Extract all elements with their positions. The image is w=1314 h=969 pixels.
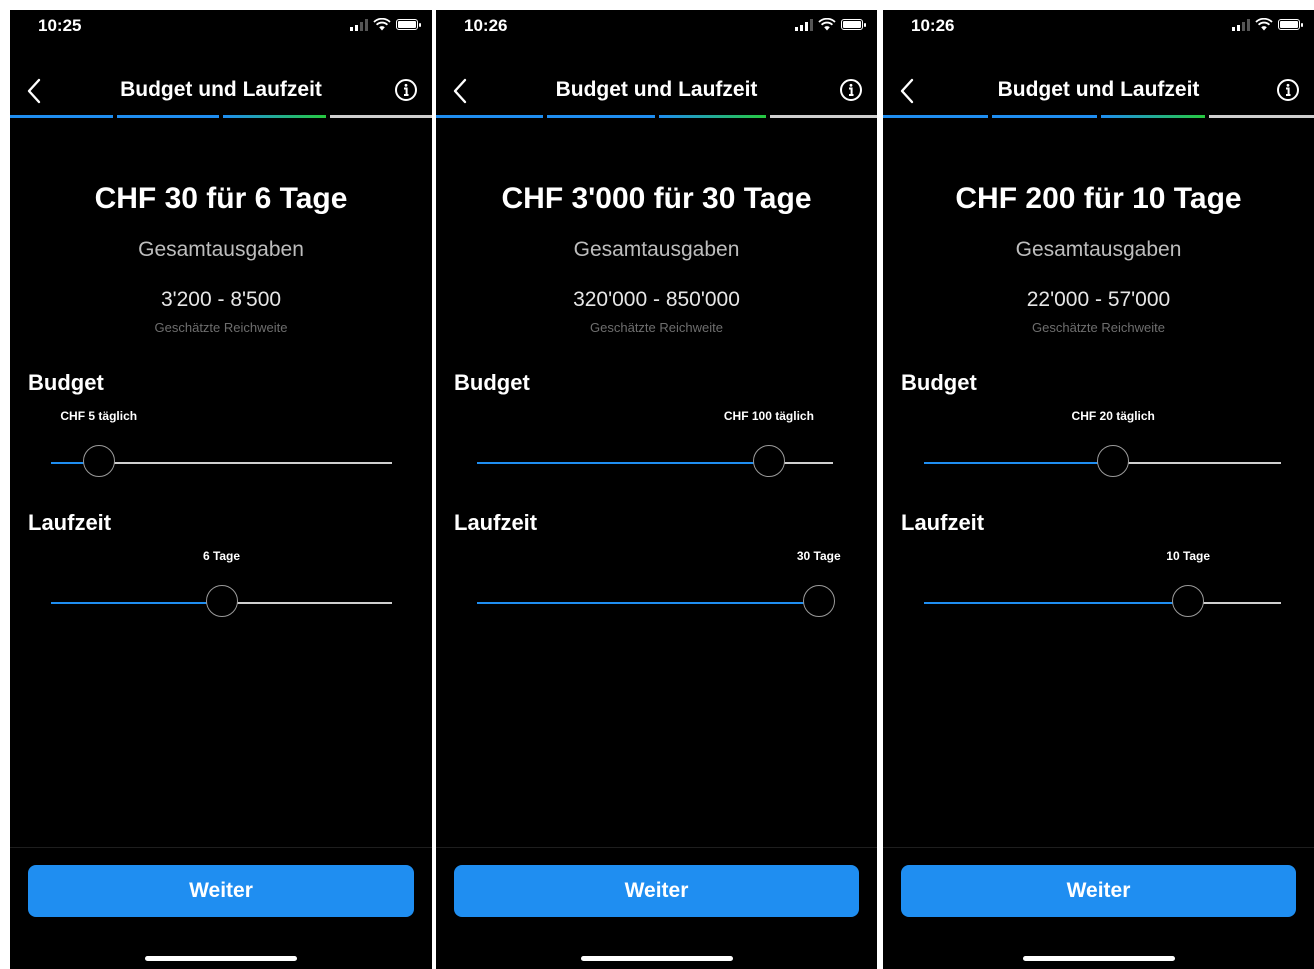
wifi-icon [818, 18, 836, 31]
estimated-reach-label: Geschätzte Reichweite [1032, 320, 1165, 335]
step-4 [329, 115, 432, 118]
next-button[interactable]: Weiter [901, 865, 1296, 917]
slider-fill [477, 602, 819, 604]
divider [10, 847, 432, 848]
phone-screen-2: 10:26 Budget und Laufzeit CHF 3'000 für … [436, 10, 877, 969]
duration-heading: Laufzeit [28, 510, 112, 535]
slider-fill [477, 462, 769, 464]
budget-value: CHF 20 täglich [1071, 409, 1155, 423]
home-indicator[interactable] [1022, 956, 1175, 961]
estimated-reach: 3'200 - 8'500 [160, 288, 282, 311]
page-title: Budget und Laufzeit [997, 78, 1200, 101]
phone-screen-1: 10:25 Budget und Laufzeit CHF 30 für 6 T… [10, 10, 432, 969]
battery-icon [1278, 19, 1303, 30]
status-icons [1232, 18, 1303, 31]
duration-slider-thumb[interactable] [205, 585, 238, 617]
nav-bar: Budget und Laufzeit [436, 72, 877, 112]
signal-icon [1232, 18, 1250, 31]
duration-slider[interactable]: 10 Tage [924, 549, 1281, 622]
wifi-icon [373, 18, 391, 31]
budget-summary: CHF 30 für 6 Tage [94, 182, 348, 215]
status-time: 10:25 [38, 16, 82, 35]
estimated-reach: 320'000 - 850'000 [573, 288, 740, 311]
signal-icon [795, 18, 813, 31]
duration-heading: Laufzeit [901, 510, 985, 535]
battery-icon [841, 19, 866, 30]
step-progress [883, 115, 1314, 118]
divider [883, 847, 1314, 848]
step-1 [883, 115, 988, 118]
duration-slider[interactable]: 6 Tage [51, 549, 392, 622]
next-button[interactable]: Weiter [28, 865, 414, 917]
step-1 [436, 115, 544, 118]
step-4 [1209, 115, 1314, 118]
duration-value: 10 Tage [1166, 549, 1211, 563]
signal-icon [350, 18, 368, 31]
budget-slider[interactable]: CHF 100 täglich [477, 409, 833, 482]
status-time: 10:26 [911, 16, 955, 35]
step-2 [991, 115, 1097, 118]
step-1 [10, 115, 113, 118]
slider-fill [924, 602, 1189, 604]
total-spend-label: Gesamtausgaben [573, 238, 740, 261]
status-time: 10:26 [464, 16, 508, 35]
budget-summary: CHF 3'000 für 30 Tage [501, 182, 812, 215]
budget-heading: Budget [28, 370, 104, 395]
total-spend-label: Gesamtausgaben [138, 238, 304, 261]
divider [436, 847, 877, 848]
duration-slider-thumb[interactable] [802, 585, 835, 617]
step-2 [547, 115, 655, 118]
step-progress [436, 115, 877, 118]
budget-value: CHF 5 täglich [60, 409, 138, 423]
slider-fill [51, 602, 222, 604]
status-icons [350, 18, 421, 31]
step-3 [1100, 115, 1206, 118]
duration-value: 30 Tage [796, 549, 841, 563]
wifi-icon [1255, 18, 1273, 31]
info-icon[interactable] [839, 78, 863, 102]
duration-slider[interactable]: 30 Tage [477, 549, 841, 622]
home-indicator[interactable] [580, 956, 733, 961]
page-title: Budget und Laufzeit [555, 78, 758, 101]
home-indicator[interactable] [145, 956, 297, 961]
budget-slider-thumb[interactable] [1097, 445, 1130, 477]
duration-value: 6 Tage [202, 549, 241, 563]
nav-bar: Budget und Laufzeit [10, 72, 432, 112]
duration-slider-thumb[interactable] [1172, 585, 1205, 617]
step-progress [10, 115, 432, 118]
budget-summary: CHF 200 für 10 Tage [955, 182, 1242, 215]
nav-bar: Budget und Laufzeit [883, 72, 1314, 112]
phone-screen-3: 10:26 Budget und Laufzeit CHF 200 für 10… [883, 10, 1314, 969]
estimated-reach-label: Geschätzte Reichweite [590, 320, 723, 335]
duration-heading: Laufzeit [454, 510, 538, 535]
budget-value: CHF 100 täglich [723, 409, 814, 423]
budget-slider-thumb[interactable] [752, 445, 785, 477]
info-icon[interactable] [394, 78, 418, 102]
step-4 [769, 115, 877, 118]
budget-heading: Budget [454, 370, 530, 395]
budget-slider[interactable]: CHF 20 täglich [924, 409, 1281, 482]
estimated-reach: 22'000 - 57'000 [1026, 288, 1171, 311]
info-icon[interactable] [1276, 78, 1300, 102]
battery-icon [396, 19, 421, 30]
slider-fill [924, 462, 1114, 464]
step-3 [658, 115, 766, 118]
total-spend-label: Gesamtausgaben [1015, 238, 1182, 261]
estimated-reach-label: Geschätzte Reichweite [154, 320, 288, 335]
page-title: Budget und Laufzeit [120, 78, 322, 101]
budget-slider-thumb[interactable] [82, 445, 115, 477]
next-button[interactable]: Weiter [454, 865, 859, 917]
step-2 [116, 115, 219, 118]
status-icons [795, 18, 866, 31]
budget-slider[interactable]: CHF 5 täglich [51, 409, 392, 482]
budget-heading: Budget [901, 370, 977, 395]
step-3 [223, 115, 326, 118]
